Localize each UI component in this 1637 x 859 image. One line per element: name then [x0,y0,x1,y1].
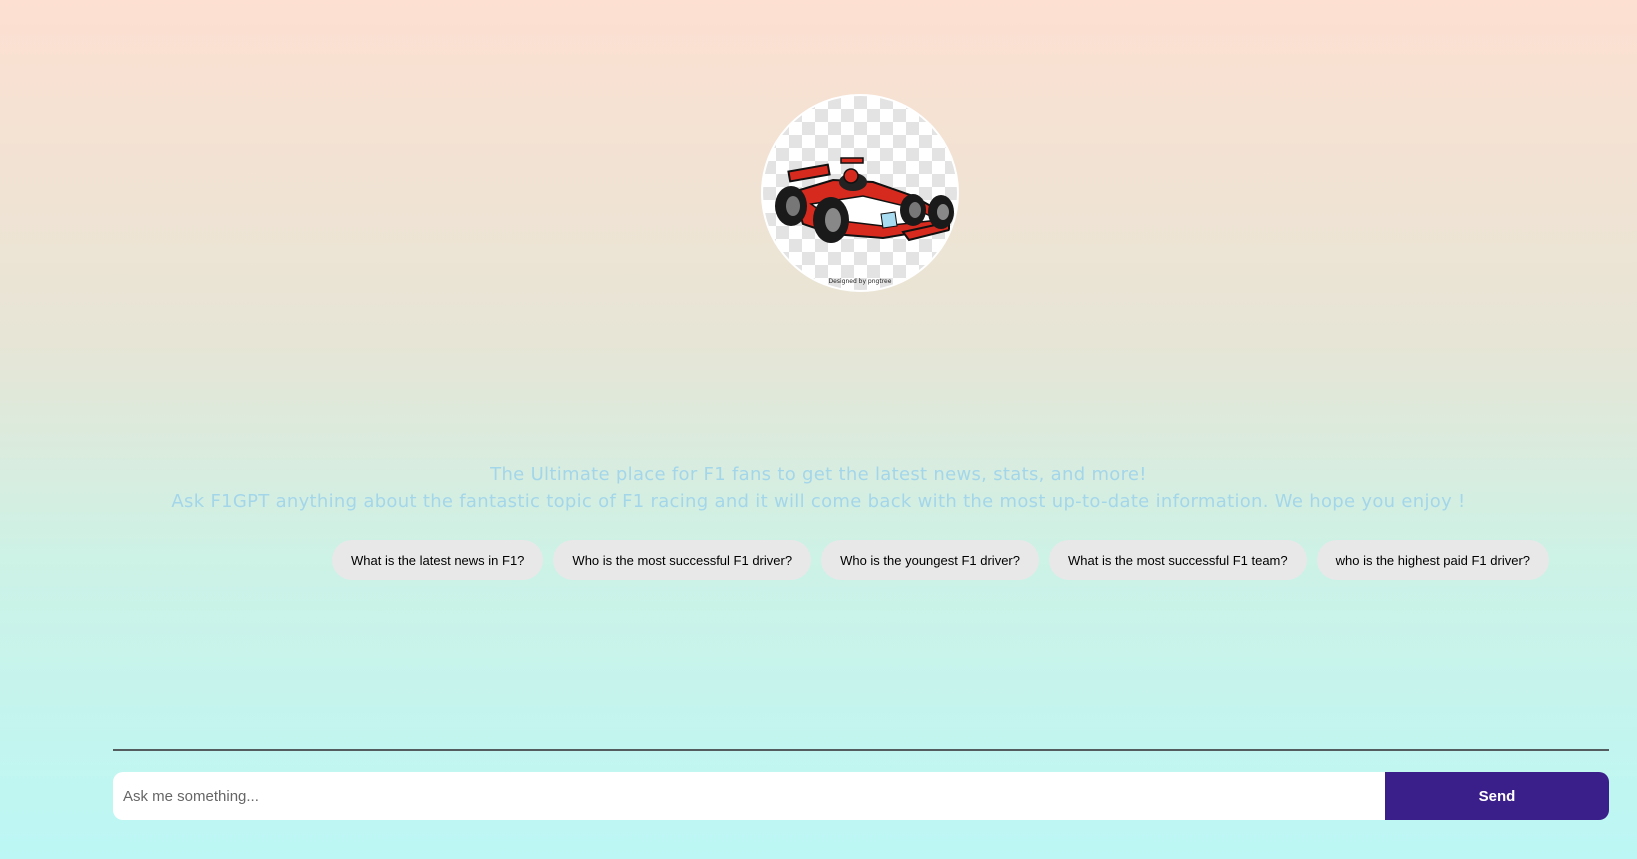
f1-race-car-icon [775,157,954,243]
send-button[interactable]: Send [1385,772,1609,820]
suggestion-chip-youngest-driver[interactable]: Who is the youngest F1 driver? [821,540,1039,580]
suggestion-chip-highest-paid-driver[interactable]: who is the highest paid F1 driver? [1316,540,1550,580]
suggestion-chip-most-successful-team[interactable]: What is the most successful F1 team? [1048,540,1307,580]
suggestion-chip-most-successful-driver[interactable]: Who is the most successful F1 driver? [553,540,812,580]
question-input[interactable] [113,772,1385,820]
suggestion-list: What is the latest news in F1? Who is th… [332,540,1550,580]
logo: Designed by pngtree [761,94,959,292]
chat-composer: Send [113,772,1609,820]
logo-watermark: Designed by pngtree [828,278,892,285]
suggestion-chip-latest-news[interactable]: What is the latest news in F1? [332,540,544,580]
divider [113,749,1609,751]
tagline-description: Ask F1GPT anything about the fantastic t… [171,491,1466,512]
tagline-headline: The Ultimate place for F1 fans to get th… [490,464,1147,485]
